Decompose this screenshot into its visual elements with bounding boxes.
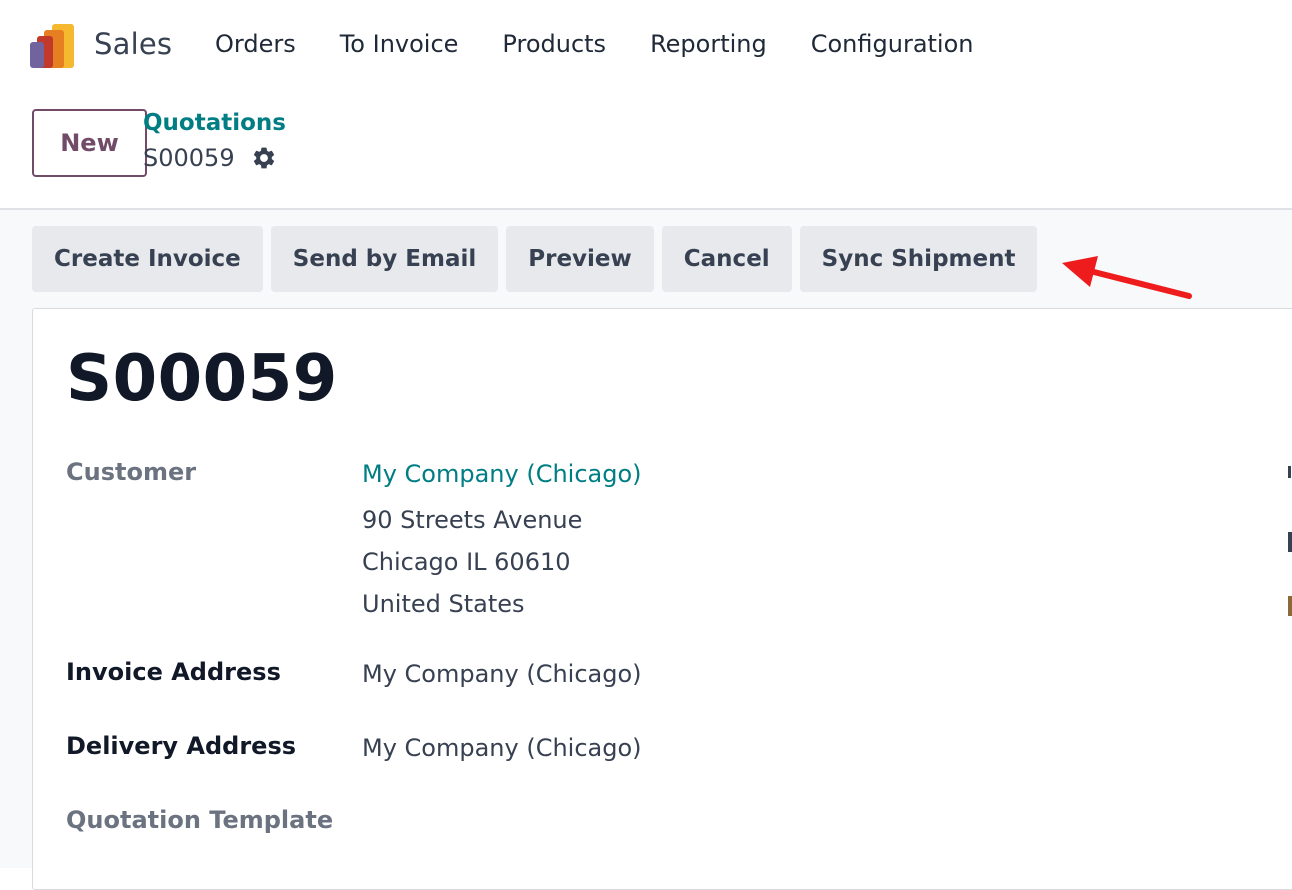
main-menu: Orders To Invoice Products Reporting Con… — [215, 30, 1018, 58]
menu-configuration[interactable]: Configuration — [811, 30, 974, 58]
breadcrumb-current-record: S00059 — [143, 144, 235, 172]
gear-icon[interactable] — [251, 145, 277, 171]
menu-products[interactable]: Products — [502, 30, 606, 58]
cancel-button[interactable]: Cancel — [661, 226, 792, 292]
sales-app-logo-icon[interactable] — [30, 24, 76, 68]
send-by-email-button[interactable]: Send by Email — [270, 226, 499, 292]
new-button[interactable]: New — [32, 109, 147, 177]
customer-address-line-2: Chicago IL 60610 — [362, 548, 571, 576]
invoice-address-field[interactable]: My Company (Chicago) — [362, 660, 642, 688]
breadcrumb-quotations[interactable]: Quotations — [143, 110, 286, 136]
menu-orders[interactable]: Orders — [215, 30, 296, 58]
form-action-bar: Create Invoice Send by Email Preview Can… — [32, 226, 1045, 292]
invoice-address-label: Invoice Address — [66, 658, 281, 686]
preview-button[interactable]: Preview — [506, 226, 654, 292]
clipped-right-content — [1288, 466, 1291, 478]
sync-shipment-button[interactable]: Sync Shipment — [799, 226, 1038, 292]
delivery-address-field[interactable]: My Company (Chicago) — [362, 734, 642, 762]
quotation-template-label: Quotation Template — [66, 806, 334, 834]
menu-reporting[interactable]: Reporting — [650, 30, 767, 58]
clipped-right-content — [1288, 596, 1292, 616]
app-name[interactable]: Sales — [94, 27, 172, 61]
customer-link[interactable]: My Company (Chicago) — [362, 460, 642, 488]
customer-address-line-1: 90 Streets Avenue — [362, 506, 583, 534]
top-navbar: Sales Orders To Invoice Products Reporti… — [0, 0, 1292, 92]
create-invoice-button[interactable]: Create Invoice — [32, 226, 263, 292]
clipped-right-content — [1288, 532, 1292, 552]
customer-label: Customer — [66, 458, 197, 486]
delivery-address-label: Delivery Address — [66, 732, 297, 760]
record-title: S00059 — [66, 342, 338, 416]
customer-address-line-3: United States — [362, 590, 525, 618]
menu-to-invoice[interactable]: To Invoice — [340, 30, 459, 58]
